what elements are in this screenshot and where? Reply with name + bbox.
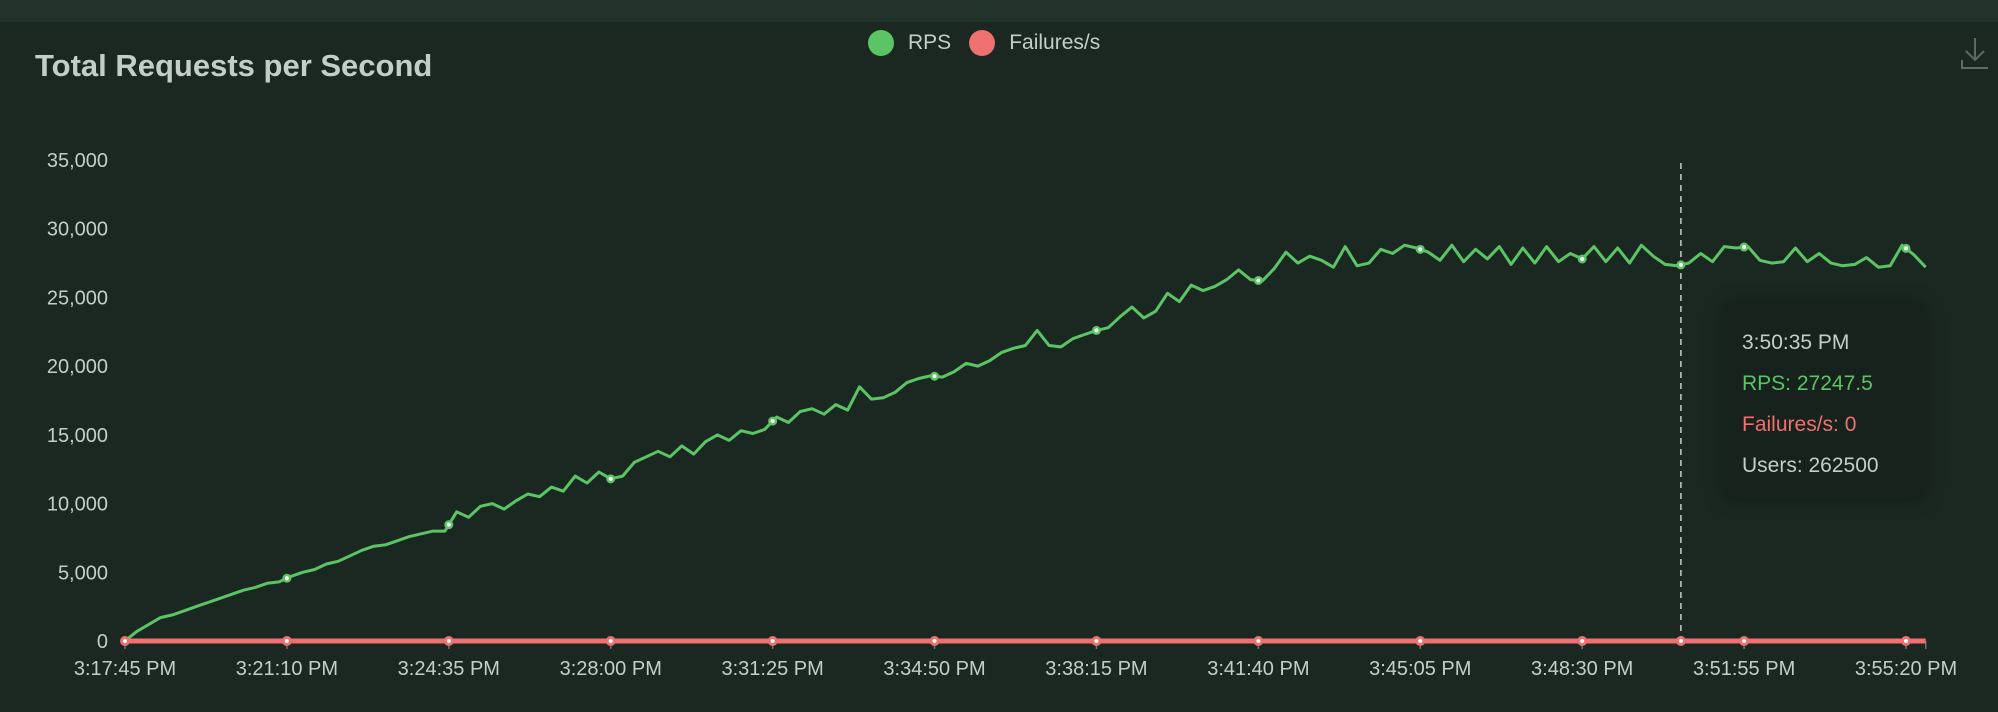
tooltip-users: Users: 262500	[1742, 454, 1879, 477]
x-tick-label: 3:24:35 PM	[398, 658, 500, 680]
x-tick-label: 3:51:55 PM	[1693, 658, 1795, 680]
rps-point-center	[1904, 246, 1908, 251]
x-tick-label: 3:28:00 PM	[560, 658, 662, 680]
rps-point-center	[608, 476, 613, 481]
tooltip-time: 3:50:35 PM	[1742, 331, 1850, 354]
failures-point-center	[1904, 639, 1908, 643]
failures-point-center	[123, 639, 127, 643]
y-tick-label: 15,000	[47, 425, 108, 447]
rps-point-center	[284, 576, 289, 581]
rps-point-center	[1418, 247, 1423, 252]
y-tick-label: 5,000	[58, 562, 108, 584]
failures-point-center	[284, 639, 289, 643]
failures-point-center	[1256, 639, 1261, 643]
failures-point-center	[1418, 639, 1423, 643]
rps-point-center	[1256, 278, 1261, 283]
failures-point-center	[1094, 639, 1099, 643]
rps-point-center	[932, 374, 937, 379]
x-tick-label: 3:17:45 PM	[74, 658, 176, 680]
failures-point-center	[446, 639, 451, 643]
y-tick-label: 35,000	[47, 150, 108, 172]
y-tick-label: 10,000	[47, 494, 108, 516]
rps-point-center	[770, 419, 775, 424]
failures-point-center	[1678, 639, 1683, 643]
y-tick-label: 0	[97, 631, 108, 653]
tooltip-failures: Failures/s: 0	[1742, 413, 1857, 436]
rps-line	[124, 243, 1927, 643]
x-tick-label: 3:38:15 PM	[1045, 658, 1147, 680]
x-tick-label: 3:21:10 PM	[236, 658, 338, 680]
failures-point-center	[932, 639, 937, 643]
x-tick-label: 3:55:20 PM	[1855, 658, 1957, 680]
x-tick-label: 3:34:50 PM	[883, 658, 985, 680]
rps-point-center	[1678, 262, 1683, 267]
rps-point-center	[1094, 328, 1099, 333]
failures-point-center	[1742, 639, 1747, 643]
x-tick-label: 3:31:25 PM	[721, 658, 823, 680]
y-tick-label: 20,000	[47, 356, 108, 378]
rps-point-center	[1580, 256, 1585, 261]
x-tick-label: 3:45:05 PM	[1369, 658, 1471, 680]
failures-point-center	[770, 639, 775, 643]
rps-point-center	[1742, 245, 1747, 250]
y-tick-label: 25,000	[47, 287, 108, 309]
x-tick-label: 3:41:40 PM	[1207, 658, 1309, 680]
y-tick-label: 30,000	[47, 219, 108, 241]
tooltip-rps: RPS: 27247.5	[1742, 372, 1873, 395]
tooltip: 3:50:35 PM RPS: 27247.5 Failures/s: 0 Us…	[1722, 303, 1926, 499]
x-tick-label: 3:48:30 PM	[1531, 658, 1633, 680]
rps-point-center	[446, 522, 451, 527]
failures-point-center	[608, 639, 613, 643]
failures-point-center	[1580, 639, 1585, 643]
line-chart: 0 5,000 10,000 15,000 20,000 25,000 30,000 35,0…	[47, 150, 1957, 680]
